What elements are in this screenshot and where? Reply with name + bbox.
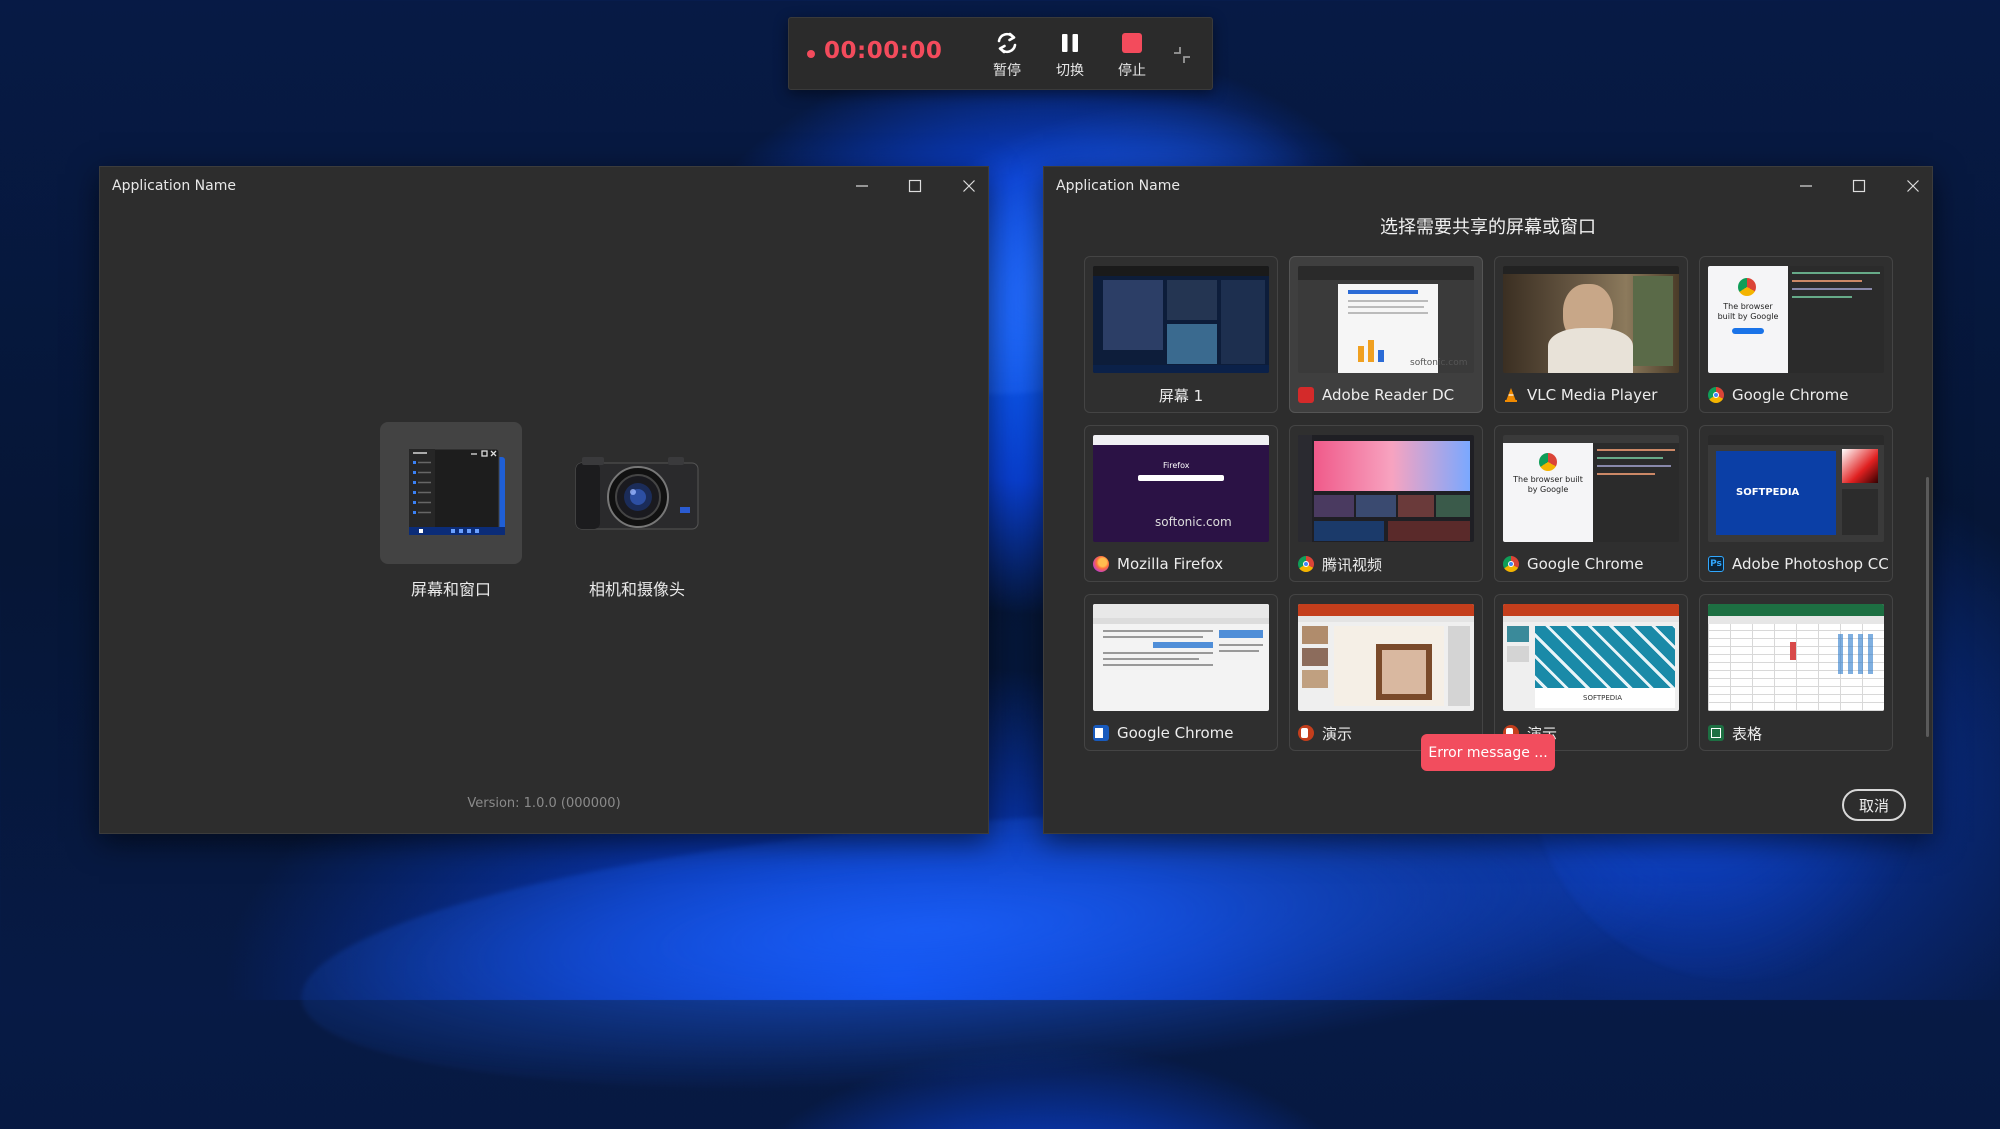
adobe-reader-thumbnail: softonic.com xyxy=(1298,266,1474,373)
close-button[interactable] xyxy=(956,175,982,197)
word-thumbnail xyxy=(1093,604,1269,711)
share-tile-screen-1[interactable]: 屏幕 1 xyxy=(1084,256,1278,413)
switch-label: 切换 xyxy=(1056,63,1084,79)
softpedia-text: SOFTPEDIA xyxy=(1583,694,1623,702)
tile-label: 演示 xyxy=(1322,724,1353,743)
share-tile-photoshop[interactable]: SOFTPEDIA Ps Adobe Photoshop CC xyxy=(1699,425,1893,582)
tile-label: Google Chrome xyxy=(1732,386,1849,404)
firefox-icon xyxy=(1093,556,1109,572)
tencent-video-thumbnail xyxy=(1298,435,1474,542)
vlc-thumbnail xyxy=(1503,266,1679,373)
tile-label: Mozilla Firefox xyxy=(1117,555,1224,573)
chrome-thumbnail: The browser built by Google xyxy=(1708,266,1884,373)
photoshop-thumbnail: SOFTPEDIA xyxy=(1708,435,1884,542)
share-tile-presentation-2[interactable]: SOFTPEDIA 演示 xyxy=(1494,594,1688,751)
scrollbar[interactable] xyxy=(1926,477,1929,737)
tile-caption: Google Chrome xyxy=(1503,552,1644,576)
switch-button[interactable]: 切换 xyxy=(1045,28,1095,84)
watermark-text: softonic.com xyxy=(1155,515,1232,529)
screen-and-window-option[interactable]: 屏幕和窗口 xyxy=(380,422,522,600)
powerpoint-icon xyxy=(1298,725,1314,741)
tile-label: Adobe Photoshop CC xyxy=(1732,555,1889,573)
recording-toolbar: 00:00:00 暂停 切换 停止 xyxy=(788,17,1213,90)
close-button[interactable] xyxy=(1900,175,1926,197)
tile-caption: Adobe Reader DC xyxy=(1298,383,1454,407)
vlc-icon xyxy=(1503,387,1519,403)
tile-caption: Mozilla Firefox xyxy=(1093,552,1223,576)
version-text: Version: 1.0.0 (000000) xyxy=(467,796,621,811)
tile-caption: VLC Media Player xyxy=(1503,383,1657,407)
chrome-tagline: The browser built by Google xyxy=(1717,302,1779,321)
window-title: Application Name xyxy=(112,178,236,194)
source-type-window: Application Name 屏幕和窗口 相机和摄像头 Version: 1… xyxy=(99,166,989,834)
option-label: 屏幕和窗口 xyxy=(410,580,491,599)
tile-label: VLC Media Player xyxy=(1527,386,1658,404)
tile-caption: 演示 xyxy=(1298,721,1352,745)
maximize-button[interactable] xyxy=(902,175,928,197)
maximize-button[interactable] xyxy=(1846,175,1872,197)
share-tile-presentation-1[interactable]: 演示 xyxy=(1289,594,1483,751)
share-tile-spreadsheet[interactable]: 表格 xyxy=(1699,594,1893,751)
minimize-button[interactable] xyxy=(1793,175,1819,197)
tile-label: 表格 xyxy=(1732,724,1763,743)
powerpoint-thumbnail: SOFTPEDIA xyxy=(1503,604,1679,711)
collapse-icon[interactable] xyxy=(1171,44,1193,66)
camera-and-webcam-option[interactable]: 相机和摄像头 xyxy=(566,422,708,600)
powerpoint-thumbnail xyxy=(1298,604,1474,711)
share-tile-adobe-reader[interactable]: softonic.com Adobe Reader DC xyxy=(1289,256,1483,413)
chrome-tagline: The browser built by Google xyxy=(1513,475,1583,494)
tile-label: Google Chrome xyxy=(1527,555,1644,573)
share-tile-tencent-video[interactable]: 腾讯视频 xyxy=(1289,425,1483,582)
photoshop-icon: Ps xyxy=(1708,556,1724,572)
word-icon xyxy=(1093,725,1109,741)
tile-label: Google Chrome xyxy=(1117,724,1234,742)
tile-caption: Google Chrome xyxy=(1708,383,1849,407)
window-title: Application Name xyxy=(1056,178,1180,194)
tile-label: 屏幕 1 xyxy=(1158,386,1204,405)
share-tile-firefox[interactable]: Firefox softonic.com Mozilla Firefox xyxy=(1084,425,1278,582)
share-tile-word[interactable]: Google Chrome xyxy=(1084,594,1278,751)
option-label: 相机和摄像头 xyxy=(588,580,685,599)
share-tile-chrome-2[interactable]: The browser built by Google Google Chrom… xyxy=(1494,425,1688,582)
excel-icon xyxy=(1708,725,1724,741)
tile-label: 腾讯视频 xyxy=(1322,555,1383,574)
chrome-icon xyxy=(1503,556,1519,572)
tile-caption: 表格 xyxy=(1708,721,1762,745)
adobe-reader-icon xyxy=(1298,387,1314,403)
firefox-wordmark: Firefox xyxy=(1163,461,1190,470)
stop-label: 停止 xyxy=(1118,63,1146,79)
camera-icon xyxy=(566,422,708,564)
pause-label: 暂停 xyxy=(993,63,1021,79)
screen-window-icon xyxy=(380,422,522,564)
watermark-text: softonic.com xyxy=(1410,358,1468,368)
tile-caption: Google Chrome xyxy=(1093,721,1234,745)
pause-button[interactable]: 暂停 xyxy=(982,28,1032,84)
excel-thumbnail xyxy=(1708,604,1884,711)
recording-timer: 00:00:00 xyxy=(824,38,943,64)
share-tile-chrome-1[interactable]: The browser built by Google Google Chrom… xyxy=(1699,256,1893,413)
recording-indicator xyxy=(807,50,815,58)
share-tile-vlc[interactable]: VLC Media Player xyxy=(1494,256,1688,413)
screen-thumbnail xyxy=(1093,266,1269,373)
chrome-icon xyxy=(1708,387,1724,403)
tile-label: Adobe Reader DC xyxy=(1322,386,1455,404)
chrome-icon xyxy=(1298,556,1314,572)
cancel-button[interactable]: 取消 xyxy=(1842,789,1906,821)
chrome-thumbnail: The browser built by Google xyxy=(1503,435,1679,542)
pause-refresh-icon xyxy=(982,28,1032,58)
tile-caption: 屏幕 1 xyxy=(1085,383,1277,407)
minimize-button[interactable] xyxy=(849,175,875,197)
firefox-thumbnail: Firefox softonic.com xyxy=(1093,435,1269,542)
pause-bars-icon xyxy=(1045,28,1095,58)
tile-caption: Ps Adobe Photoshop CC xyxy=(1708,552,1889,576)
share-heading: 选择需要共享的屏幕或窗口 xyxy=(1380,217,1596,238)
error-toast: Error message ... xyxy=(1421,734,1555,771)
stop-button[interactable]: 停止 xyxy=(1107,28,1157,84)
stop-square-icon xyxy=(1107,28,1157,58)
tile-caption: 腾讯视频 xyxy=(1298,552,1382,576)
share-picker-window: Application Name 选择需要共享的屏幕或窗口 屏幕 1 softo… xyxy=(1043,166,1933,834)
softpedia-text: SOFTPEDIA xyxy=(1736,487,1800,498)
